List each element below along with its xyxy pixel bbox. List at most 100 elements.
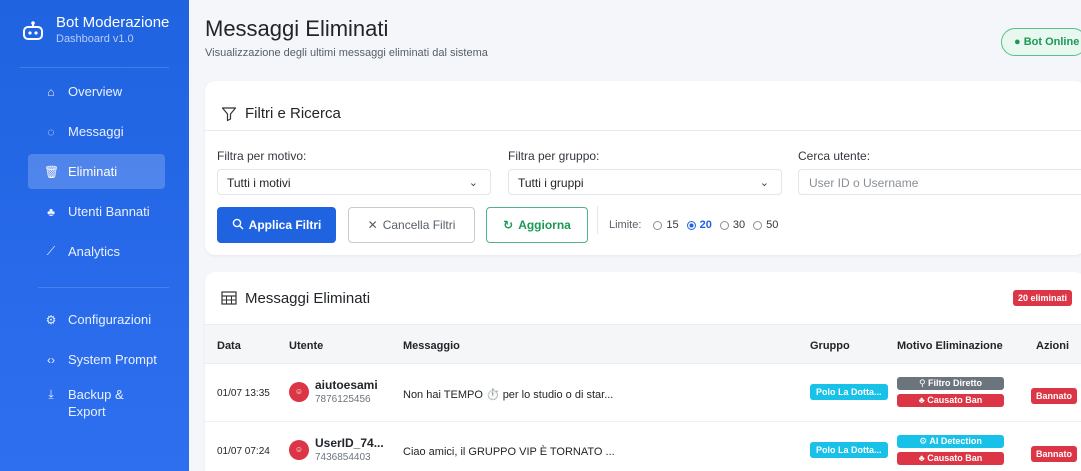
- chart-line-icon: ⟋: [46, 244, 56, 258]
- divider: [597, 206, 598, 234]
- motivo-select[interactable]: Tutti i motivi ⌄: [217, 169, 491, 195]
- chat-icon: ◌: [47, 124, 55, 139]
- clear-filters-label: Cancella Filtri: [382, 218, 456, 232]
- users-ban-icon: ♣: [47, 204, 55, 219]
- chevron-down-icon: ⌄: [468, 177, 478, 189]
- column-header[interactable]: Azioni: [1036, 340, 1069, 352]
- sidebar-nav: ⌂ Overview ◌ Messaggi 🗑︎ Eliminati ♣ Ute…: [0, 74, 189, 274]
- table-header: Messaggi Eliminati 20 eliminati: [205, 272, 1081, 324]
- brand: Bot Moderazione Dashboard v1.0: [0, 0, 189, 66]
- sidebar-item-label: Overview: [68, 84, 123, 99]
- refresh-button[interactable]: ↻ Aggiorna: [486, 207, 588, 243]
- sidebar: Bot Moderazione Dashboard v1.0 ⌂ Overvie…: [0, 0, 189, 471]
- limit-radio-30[interactable]: 30: [719, 219, 746, 231]
- radio-icon: [719, 220, 729, 230]
- divider: [20, 67, 169, 68]
- gruppo-select[interactable]: Tutti i gruppi ⌄: [508, 169, 782, 195]
- refresh-icon: ↻: [503, 218, 514, 232]
- sidebar-item-eliminati[interactable]: 🗑︎ Eliminati: [28, 154, 165, 189]
- action-badge[interactable]: Bannato: [1031, 446, 1077, 462]
- sidebar-item-system-prompt[interactable]: ‹› System Prompt: [28, 342, 165, 377]
- sidebar-item-messaggi[interactable]: ◌ Messaggi: [28, 114, 165, 149]
- filter-icon: [221, 106, 237, 121]
- avatar: ☺: [289, 382, 309, 402]
- close-icon: ✕: [367, 218, 378, 232]
- row-date: 01/07 07:24: [217, 446, 270, 457]
- limit-radio-50[interactable]: 50: [753, 219, 778, 231]
- table-head: Data Utente Messaggio Gruppo Motivo Elim…: [205, 324, 1081, 364]
- sidebar-item-backup-export[interactable]: ⤓ Backup & Export: [28, 382, 165, 424]
- group-badge: Polo La Dotta...: [810, 384, 888, 400]
- apply-filters-button[interactable]: Applica Filtri: [217, 207, 336, 243]
- row-username: UserID_74...: [315, 436, 384, 450]
- divider: [38, 287, 169, 288]
- filters-title: Filtri e Ricerca: [245, 105, 341, 122]
- robot-icon: [23, 21, 43, 40]
- motivo-badge: ♣ Causato Ban: [897, 394, 1004, 407]
- gear-icon: ⚙: [45, 312, 57, 327]
- clear-filters-button[interactable]: ✕ Cancella Filtri: [348, 207, 475, 243]
- sidebar-item-overview[interactable]: ⌂ Overview: [28, 74, 165, 109]
- radio-label: 15: [666, 219, 679, 231]
- sidebar-item-label: Configurazioni: [68, 312, 152, 327]
- column-header[interactable]: Gruppo: [810, 340, 850, 352]
- limit-radio-15[interactable]: 15: [653, 219, 679, 231]
- radio-label: 20: [699, 219, 712, 231]
- row-user-id: 7876125456: [315, 394, 371, 405]
- deleted-messages-card: Messaggi Eliminati 20 eliminati Data Ute…: [205, 272, 1081, 471]
- limit-label: Limite:: [609, 219, 642, 231]
- download-icon: ⤓: [48, 387, 54, 401]
- motivo-badge: ⚲ Filtro Diretto: [897, 377, 1004, 390]
- motivo-badge: ♣ Causato Ban: [897, 452, 1004, 465]
- table-title: Messaggi Eliminati: [245, 290, 371, 307]
- table-icon: [221, 291, 237, 305]
- row-message: Ciao amici, il GRUPPO VIP È TORNATO ...: [403, 446, 615, 458]
- trash-icon: 🗑︎: [44, 164, 60, 179]
- filters-header: Filtri e Ricerca: [205, 81, 1081, 131]
- sidebar-item-utenti-bannati[interactable]: ♣ Utenti Bannati: [28, 194, 165, 229]
- radio-icon: [753, 220, 763, 230]
- gruppo-label: Filtra per gruppo:: [508, 149, 600, 163]
- radio-label: 50: [766, 219, 779, 231]
- search-icon: [232, 218, 244, 233]
- table-row[interactable]: 01/07 13:35 ☺ aiutoesami 7876125456 Non …: [205, 364, 1081, 422]
- motivo-badge: ⚙ AI Detection: [897, 435, 1004, 448]
- radio-label: 30: [732, 219, 746, 231]
- table-row[interactable]: 01/07 07:24 ☺ UserID_74... 7436854403 Ci…: [205, 422, 1081, 471]
- gruppo-value: Tutti i gruppi: [518, 176, 584, 190]
- column-header[interactable]: Motivo Eliminazione: [897, 340, 1003, 352]
- brand-title: Bot Moderazione: [56, 14, 170, 31]
- sidebar-item-label: Backup & Export: [68, 387, 124, 419]
- motivo-value: Tutti i motivi: [227, 176, 291, 190]
- sidebar-nav-secondary: ⚙ Configurazioni ‹› System Prompt ⤓ Back…: [0, 302, 189, 429]
- status-badge: ● Bot Online: [1001, 28, 1081, 56]
- column-header[interactable]: Data: [217, 340, 241, 352]
- sidebar-item-label: Analytics: [68, 244, 121, 259]
- radio-selected-icon: [686, 220, 696, 230]
- avatar: ☺: [289, 440, 309, 460]
- sidebar-item-label: System Prompt: [68, 352, 157, 367]
- user-search-input[interactable]: User ID o Username: [798, 169, 1081, 195]
- code-icon: ‹›: [47, 352, 55, 367]
- sidebar-item-label: Messaggi: [68, 124, 124, 139]
- action-badge[interactable]: Bannato: [1031, 388, 1077, 404]
- sidebar-item-analytics[interactable]: ⟋ Analytics: [28, 234, 165, 269]
- home-icon: ⌂: [47, 84, 55, 99]
- column-header[interactable]: Messaggio: [403, 340, 460, 352]
- motivo-label: Filtra per motivo:: [217, 149, 307, 163]
- row-date: 01/07 13:35: [217, 388, 270, 399]
- sidebar-item-label: Eliminati: [68, 164, 118, 179]
- count-badge: 20 eliminati: [1013, 290, 1073, 306]
- group-badge: Polo La Dotta...: [810, 442, 888, 458]
- brand-subtitle: Dashboard v1.0: [56, 33, 134, 45]
- limit-group: Limite: 15 20 30 50: [609, 219, 786, 231]
- row-username: aiutoesami: [315, 378, 378, 392]
- row-message: Non hai TEMPO ⏱️ per lo studio o di star…: [403, 389, 614, 401]
- limit-radio-20[interactable]: 20: [686, 219, 712, 231]
- column-header[interactable]: Utente: [289, 340, 323, 352]
- page-subtitle: Visualizzazione degli ultimi messaggi el…: [205, 47, 488, 59]
- sidebar-item-label: Utenti Bannati: [68, 204, 150, 219]
- sidebar-item-configurazioni[interactable]: ⚙ Configurazioni: [28, 302, 165, 337]
- row-user-id: 7436854403: [315, 452, 371, 463]
- page-title: Messaggi Eliminati: [205, 16, 389, 41]
